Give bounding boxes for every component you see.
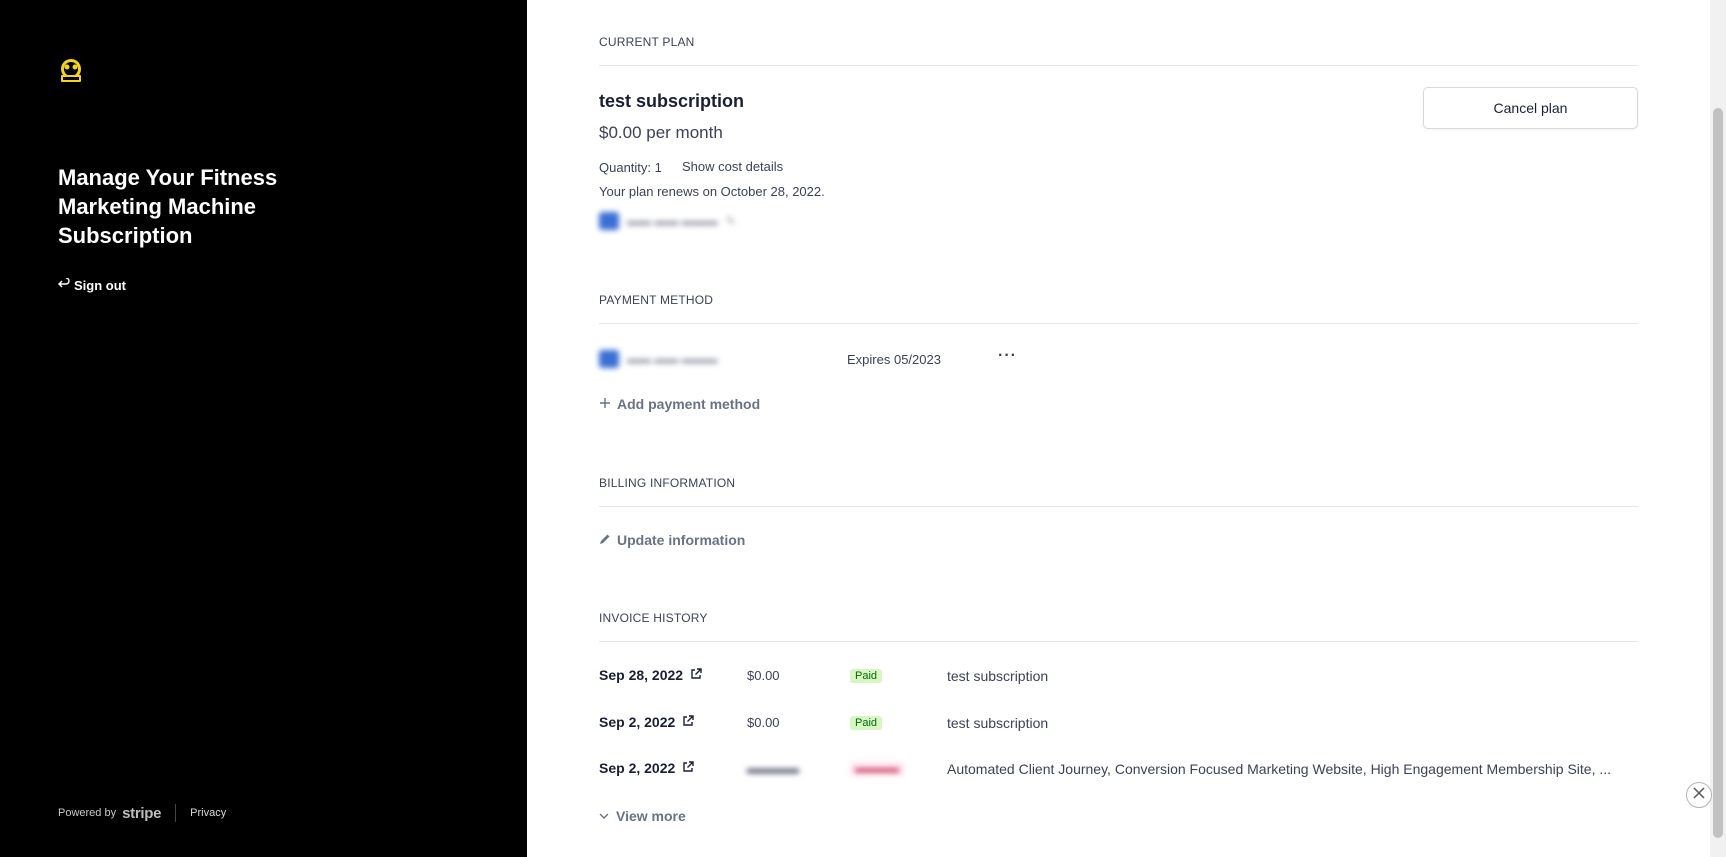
sign-out-label: Sign out bbox=[74, 278, 126, 293]
sidebar-footer: Powered by stripe Privacy bbox=[58, 804, 226, 822]
sidebar: Manage Your Fitness Marketing Machine Su… bbox=[0, 0, 527, 857]
status-badge: Paid bbox=[850, 716, 883, 730]
sign-out-link[interactable]: Sign out bbox=[58, 277, 126, 293]
divider bbox=[599, 323, 1638, 324]
add-payment-method-link[interactable]: Add payment method bbox=[599, 396, 760, 412]
update-information-label: Update information bbox=[617, 532, 746, 548]
plan-name: test subscription bbox=[599, 91, 745, 111]
divider bbox=[599, 65, 1638, 66]
plan-price: $0.00 per month bbox=[599, 123, 723, 142]
close-icon bbox=[1692, 786, 1706, 805]
sign-out-icon bbox=[58, 277, 70, 293]
invoice-date: Sep 2, 2022 bbox=[599, 760, 676, 776]
plan-quantity: Quantity: 1 bbox=[599, 160, 662, 175]
payment-method-heading: PAYMENT METHOD bbox=[599, 293, 714, 307]
invoice-row: Sep 28, 2022 $0.00 Paid test subscriptio… bbox=[599, 667, 1638, 687]
divider bbox=[599, 641, 1638, 642]
redacted-text: ▬▬ ▬▬ ▬▬▬ bbox=[627, 214, 718, 228]
privacy-link[interactable]: Privacy bbox=[190, 807, 226, 819]
close-button[interactable] bbox=[1686, 782, 1712, 808]
invoice-description: test subscription bbox=[947, 715, 1049, 731]
show-cost-details-link[interactable]: Show cost details bbox=[682, 159, 783, 174]
invoice-date-link[interactable]: Sep 2, 2022 bbox=[599, 760, 694, 776]
update-information-link[interactable]: Update information bbox=[599, 532, 745, 548]
vertical-scrollbar[interactable] bbox=[1710, 0, 1726, 857]
plus-icon bbox=[599, 396, 611, 412]
card-expiry: Expires 05/2023 bbox=[847, 352, 941, 367]
external-link-icon bbox=[690, 667, 702, 683]
page-title: Manage Your Fitness Marketing Machine Su… bbox=[58, 165, 278, 248]
invoice-history-heading: INVOICE HISTORY bbox=[599, 611, 708, 625]
scrollbar-thumb[interactable] bbox=[1713, 108, 1723, 838]
plan-renewal-text: Your plan renews on October 28, 2022. bbox=[599, 184, 825, 199]
invoice-date: Sep 2, 2022 bbox=[599, 714, 676, 730]
current-plan-heading: CURRENT PLAN bbox=[599, 35, 695, 49]
invoice-row: Sep 2, 2022 ▬▬▬▬ ▬▬▬▬ Automated Client J… bbox=[599, 760, 1638, 780]
card-brand-icon bbox=[599, 350, 619, 368]
view-more-link[interactable]: View more bbox=[599, 808, 686, 824]
brand-logo-icon bbox=[58, 58, 84, 84]
status-badge: Paid bbox=[850, 669, 883, 683]
plan-payment-method-redacted: ▬▬ ▬▬ ▬▬▬ ✎ bbox=[599, 212, 736, 230]
invoice-date: Sep 28, 2022 bbox=[599, 667, 684, 683]
powered-by-label: Powered by bbox=[58, 807, 117, 819]
invoice-amount: $0.00 bbox=[747, 715, 780, 730]
chevron-down-icon bbox=[599, 808, 609, 824]
invoice-description: test subscription bbox=[947, 668, 1049, 684]
status-badge-redacted: ▬▬▬▬ bbox=[850, 762, 904, 776]
divider bbox=[599, 506, 1638, 507]
edit-icon: ✎ bbox=[725, 214, 736, 228]
invoice-amount: $0.00 bbox=[747, 668, 780, 683]
view-more-label: View more bbox=[616, 808, 686, 824]
cancel-plan-button[interactable]: Cancel plan bbox=[1423, 87, 1638, 129]
invoice-description: Automated Client Journey, Conversion Foc… bbox=[947, 761, 1612, 777]
external-link-icon bbox=[682, 760, 694, 776]
footer-divider bbox=[175, 804, 177, 822]
add-payment-method-label: Add payment method bbox=[617, 396, 761, 412]
invoice-date-link[interactable]: Sep 28, 2022 bbox=[599, 667, 702, 683]
stripe-logo[interactable]: stripe bbox=[122, 805, 161, 822]
redacted-card-number: ▬▬ ▬▬ ▬▬▬ bbox=[627, 352, 718, 366]
card-redacted: ▬▬ ▬▬ ▬▬▬ bbox=[599, 350, 718, 368]
card-more-options-button[interactable]: ··· bbox=[998, 347, 1017, 365]
invoice-row: Sep 2, 2022 $0.00 Paid test subscription bbox=[599, 714, 1638, 734]
invoice-date-link[interactable]: Sep 2, 2022 bbox=[599, 714, 694, 730]
invoice-amount-redacted: ▬▬▬▬ bbox=[747, 761, 799, 776]
external-link-icon bbox=[682, 714, 694, 730]
billing-information-heading: BILLING INFORMATION bbox=[599, 476, 736, 490]
card-icon bbox=[599, 212, 619, 230]
pencil-icon bbox=[599, 532, 611, 548]
